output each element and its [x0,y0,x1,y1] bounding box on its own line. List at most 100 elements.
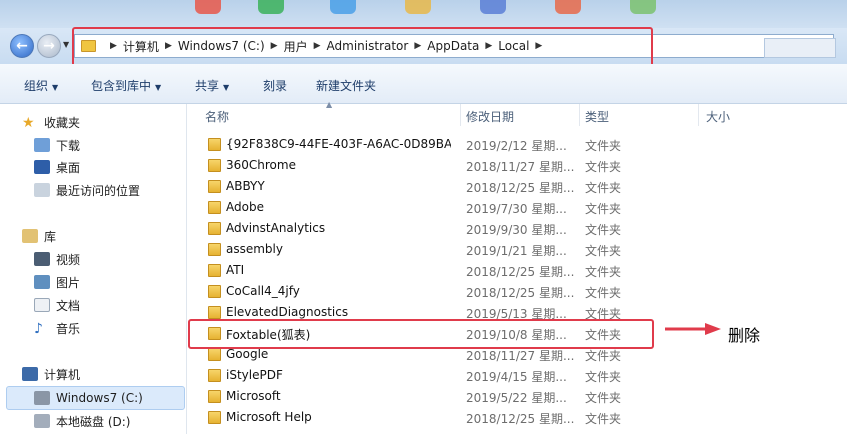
nav-videos[interactable]: 视频 [34,249,80,269]
folder-icon [208,138,221,151]
include-in-library-button[interactable]: 包含到库中 ▼ [91,77,161,94]
nav-drive-d[interactable]: 本地磁盘 (D:) [34,411,130,431]
column-header-size[interactable]: 大小 [706,108,730,125]
chevron-down-icon: ▼ [155,83,162,92]
chevron-right-icon[interactable]: ▶ [271,41,278,51]
delete-annotation-label: 删除 [728,326,761,345]
breadcrumb-local[interactable]: Local [498,39,529,53]
taskbar-app-icon [195,0,221,14]
file-row[interactable]: 360Chrome 2018/11/27 星期... 文件夹 [188,155,847,176]
drive-icon [34,414,50,428]
file-row[interactable]: ElevatedDiagnostics 2019/5/13 星期... 文件夹 [188,302,847,323]
nav-favorites[interactable]: ★ 收藏夹 [22,112,80,132]
folder-icon [208,180,221,193]
column-divider[interactable] [698,104,699,126]
nav-downloads[interactable]: 下载 [34,135,80,155]
picture-icon [34,275,50,289]
chevron-right-icon[interactable]: ▶ [110,41,117,51]
nav-music[interactable]: ♪ 音乐 [34,318,80,338]
nav-recent-places[interactable]: 最近访问的位置 [34,180,140,200]
chevron-right-icon[interactable]: ▶ [414,41,421,51]
column-header-date[interactable]: 修改日期 [466,108,514,125]
library-icon [22,229,38,243]
nav-libraries[interactable]: 库 [22,226,56,246]
file-row[interactable]: iStylePDF 2019/4/15 星期... 文件夹 [188,365,847,386]
forward-button[interactable]: → [37,34,61,58]
breadcrumb-computer[interactable]: 计算机 [123,38,159,55]
recent-pages-dropdown[interactable]: ▼ [63,40,69,49]
nav-desktop[interactable]: 桌面 [34,157,80,177]
back-button[interactable]: ← [10,34,34,58]
folder-icon [208,285,221,298]
taskbar-app-icon [330,0,356,14]
folder-icon [208,369,221,382]
nav-computer[interactable]: 计算机 [22,364,80,384]
nav-pictures[interactable]: 图片 [34,272,80,292]
folder-icon [208,222,221,235]
folder-icon [208,390,221,403]
video-icon [34,252,50,266]
folder-icon [208,159,221,172]
new-folder-button[interactable]: 新建文件夹 [316,77,376,94]
taskbar-app-icon [555,0,581,14]
file-row[interactable]: AdvinstAnalytics 2019/9/30 星期... 文件夹 [188,218,847,239]
window-top-strip [0,0,847,28]
taskbar-app-icon [630,0,656,14]
file-row[interactable]: {92F838C9-44FE-403F-A6AC-0D89BA... 2019/2… [188,134,847,155]
computer-icon [22,367,38,381]
nav-drive-c[interactable]: Windows7 (C:) [34,388,143,408]
file-row[interactable]: Microsoft Help 2018/12/25 星期... 文件夹 [188,407,847,428]
file-row[interactable]: ATI 2018/12/25 星期... 文件夹 [188,260,847,281]
folder-icon [208,201,221,214]
folder-icon [208,264,221,277]
system-drive-icon [34,391,50,405]
breadcrumb-administrator[interactable]: Administrator [327,39,409,53]
breadcrumb-appdata[interactable]: AppData [427,39,479,53]
arrow-left-icon: ← [16,38,28,54]
nav-documents[interactable]: 文档 [34,295,80,315]
column-header-name[interactable]: 名称 [205,108,229,125]
taskbar-app-icon [258,0,284,14]
share-button[interactable]: 共享 ▼ [195,77,229,94]
file-row[interactable]: Google 2018/11/27 星期... 文件夹 [188,344,847,365]
chevron-right-icon[interactable]: ▶ [535,41,542,51]
chevron-down-icon: ▼ [223,83,230,92]
file-list: ▲ 名称 修改日期 类型 大小 {92F838C9-44FE-403F-A6AC… [188,100,847,434]
folder-icon [208,348,221,361]
breadcrumb: ▶ 计算机 ▶ Windows7 (C:) ▶ 用户 ▶ Administrat… [81,35,548,57]
command-toolbar: 组织 ▼ 包含到库中 ▼ 共享 ▼ 刻录 新建文件夹 [0,64,847,104]
taskbar-app-icon [480,0,506,14]
search-input[interactable] [764,38,836,58]
file-row[interactable]: assembly 2019/1/21 星期... 文件夹 [188,239,847,260]
arrow-right-icon: → [43,38,55,54]
column-header-row: ▲ 名称 修改日期 类型 大小 [188,100,847,126]
column-header-type[interactable]: 类型 [585,108,609,125]
organize-button[interactable]: 组织 ▼ [24,77,58,94]
chevron-right-icon[interactable]: ▶ [165,41,172,51]
folder-icon [208,327,221,340]
document-icon [34,298,50,312]
file-row[interactable]: CoCall4_4jfy 2018/12/25 星期... 文件夹 [188,281,847,302]
taskbar-app-icon [405,0,431,14]
file-row[interactable]: ABBYY 2018/12/25 星期... 文件夹 [188,176,847,197]
address-bar-region: ← → ▼ ▶ 计算机 ▶ Windows7 (C:) ▶ 用户 ▶ Admin… [0,28,847,64]
file-row[interactable]: Adobe 2019/7/30 星期... 文件夹 [188,197,847,218]
download-folder-icon [34,138,50,152]
folder-icon [208,306,221,319]
breadcrumb-drive-c[interactable]: Windows7 (C:) [178,39,265,53]
column-divider[interactable] [460,104,461,126]
chevron-down-icon: ▼ [52,83,59,92]
address-input[interactable]: ▶ 计算机 ▶ Windows7 (C:) ▶ 用户 ▶ Administrat… [74,34,834,58]
breadcrumb-users[interactable]: 用户 [284,38,308,55]
music-note-icon: ♪ [34,321,43,337]
burn-button[interactable]: 刻录 [263,77,287,94]
desktop-icon [34,160,50,174]
recent-places-icon [34,183,50,197]
arrow-right-icon [665,323,721,335]
sort-up-icon: ▲ [326,100,333,109]
chevron-right-icon[interactable]: ▶ [314,41,321,51]
chevron-right-icon[interactable]: ▶ [485,41,492,51]
column-divider[interactable] [579,104,580,126]
file-row[interactable]: Microsoft 2019/5/22 星期... 文件夹 [188,386,847,407]
star-icon: ★ [22,115,35,131]
